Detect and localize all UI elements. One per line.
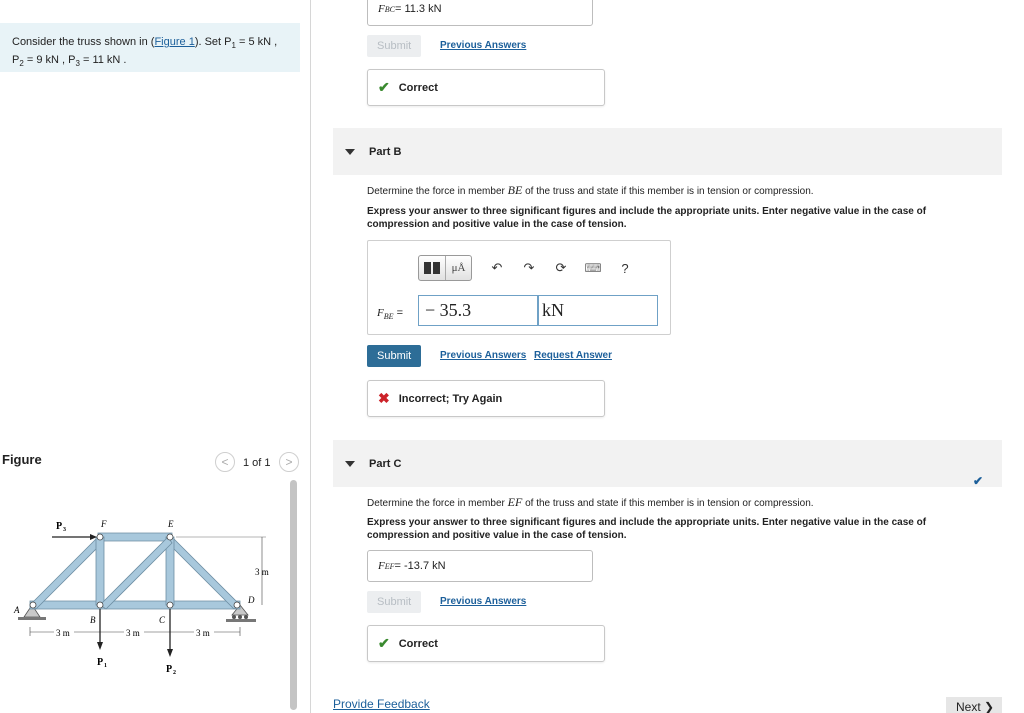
- part-b-submit-button[interactable]: Submit: [367, 345, 422, 367]
- p2-value: = 9 kN ,: [23, 54, 69, 67]
- part-a-submit-button[interactable]: Submit: [367, 35, 422, 57]
- part-c-question-post: of the truss and state if this member is…: [522, 498, 814, 509]
- part-c-answer-text: = -13.7 kN: [394, 560, 446, 572]
- undo-icon[interactable]: ↶: [486, 257, 508, 279]
- part-b-equals: =: [393, 307, 403, 319]
- x-icon: ✖: [378, 390, 390, 406]
- truss-members: [29, 532, 241, 610]
- figure-next-button[interactable]: >: [279, 452, 299, 472]
- p3-label: P: [56, 521, 62, 532]
- keyboard-icon[interactable]: ⌨: [582, 257, 604, 279]
- dim-label-cd: 3 m: [196, 628, 210, 638]
- value-input[interactable]: − 35.3: [418, 295, 538, 326]
- caret-down-icon: [345, 460, 355, 467]
- node-a-label: A: [13, 605, 20, 615]
- node-e-label: E: [167, 519, 174, 529]
- part-c-label: Part C: [369, 457, 402, 470]
- p1-label: P: [97, 657, 103, 668]
- part-c-complete-check-icon: ✔: [973, 474, 984, 488]
- part-a-var: F: [378, 3, 385, 15]
- part-a-feedback: ✔ Correct: [367, 69, 605, 106]
- figure-page-count: 1 of 1: [243, 457, 271, 469]
- part-b-previous-answers-link[interactable]: Previous Answers: [440, 350, 526, 361]
- units-input[interactable]: kN: [538, 295, 658, 326]
- node-b-label: B: [90, 615, 96, 625]
- part-b-header[interactable]: Part B: [333, 128, 1002, 175]
- part-b-member: BE: [507, 183, 523, 197]
- pane-divider[interactable]: [310, 0, 311, 713]
- reset-icon[interactable]: ⟳: [550, 257, 572, 279]
- part-a-answer-display: F BC = 11.3 kN: [367, 0, 593, 26]
- part-c-feedback: ✔ Correct: [367, 625, 605, 662]
- part-c-answer-display: F EF = -13.7 kN: [367, 550, 593, 582]
- right-pane: F BC = 11.3 kN Submit Previous Answers ✔ …: [333, 0, 1024, 713]
- dim-vertical-label: 3 m: [255, 567, 269, 577]
- figure-scrollbar[interactable]: [290, 480, 297, 710]
- dim-label-ab: 3 m: [56, 628, 70, 638]
- part-c-question: Determine the force in member EF of the …: [367, 495, 987, 510]
- request-answer-link[interactable]: Request Answer: [534, 350, 612, 361]
- p3-label-sub: 3: [63, 527, 66, 533]
- units-icon: μÅ: [451, 262, 466, 274]
- part-c-submit-button[interactable]: Submit: [367, 591, 422, 613]
- node-f-label: F: [100, 519, 107, 529]
- part-b-label: Part B: [369, 145, 402, 158]
- p2-label: P: [166, 664, 172, 675]
- templates-button[interactable]: [419, 256, 445, 280]
- part-a-answer-text: = 11.3 kN: [394, 3, 442, 15]
- figure-link[interactable]: Figure 1: [154, 36, 194, 48]
- p1-value: = 5 kN ,: [235, 36, 278, 48]
- redo-icon[interactable]: ↷: [518, 257, 540, 279]
- part-b-variable-label: FBE =: [377, 307, 403, 321]
- part-c-instructions: Express your answer to three significant…: [367, 517, 927, 541]
- problem-after-link: ). Set P: [194, 36, 232, 48]
- p1-label-sub: 1: [104, 663, 107, 669]
- part-c-feedback-text: Correct: [398, 637, 438, 650]
- part-b-var-sub: BE: [383, 312, 394, 322]
- part-b-question-pre: Determine the force in member: [367, 186, 508, 197]
- node-c-label: C: [159, 615, 166, 625]
- part-b-var: F: [377, 307, 384, 319]
- part-c-previous-answers-link[interactable]: Previous Answers: [440, 596, 526, 607]
- truss-figure: P 3 F E A B C D 3 m 3 m 3 m 3 m P 1 P 2: [13, 519, 269, 676]
- part-b-answer-editor: μÅ ↶ ↷ ⟳ ⌨ ? FBE = − 35.3 kN: [367, 240, 671, 335]
- part-a-feedback-text: Correct: [398, 81, 438, 94]
- units-button[interactable]: μÅ: [445, 256, 471, 280]
- node-d-label: D: [247, 595, 255, 605]
- help-icon[interactable]: ?: [614, 257, 636, 279]
- problem-intro: Consider the truss shown in (: [12, 36, 155, 48]
- part-b-feedback-text: Incorrect; Try Again: [398, 392, 503, 405]
- part-b-instructions: Express your answer to three significant…: [367, 206, 927, 230]
- left-pane: Consider the truss shown in (Figure 1). …: [0, 0, 310, 713]
- part-b-question: Determine the force in member BE of the …: [367, 183, 987, 198]
- provide-feedback-link[interactable]: Provide Feedback: [333, 697, 430, 711]
- part-b-feedback: ✖ Incorrect; Try Again: [367, 380, 605, 417]
- figure-title: Figure: [2, 452, 42, 467]
- part-a-var-sub: BC: [384, 4, 395, 14]
- p3-value: = 11 kN .: [79, 54, 127, 67]
- part-c-header[interactable]: Part C: [333, 440, 1002, 487]
- part-c-member: EF: [507, 495, 523, 509]
- math-toolbar: μÅ ↶ ↷ ⟳ ⌨ ?: [418, 254, 658, 282]
- part-c-var: F: [378, 560, 385, 572]
- part-b-question-post: of the truss and state if this member is…: [522, 186, 814, 197]
- check-icon: ✔: [378, 79, 390, 95]
- p2-label-sub: 2: [173, 670, 176, 676]
- check-icon: ✔: [378, 635, 390, 651]
- part-a-previous-answers-link[interactable]: Previous Answers: [440, 40, 526, 51]
- part-c-var-sub: EF: [384, 561, 395, 571]
- dim-label-bc: 3 m: [126, 628, 140, 638]
- part-c-question-pre: Determine the force in member: [367, 498, 508, 509]
- toolbar-group: μÅ: [418, 255, 472, 281]
- problem-statement: Consider the truss shown in (Figure 1). …: [0, 23, 300, 72]
- templates-icon: [424, 262, 440, 274]
- caret-down-icon: [345, 148, 355, 155]
- next-button[interactable]: Next ❯: [946, 697, 1002, 713]
- figure-prev-button[interactable]: <: [215, 452, 235, 472]
